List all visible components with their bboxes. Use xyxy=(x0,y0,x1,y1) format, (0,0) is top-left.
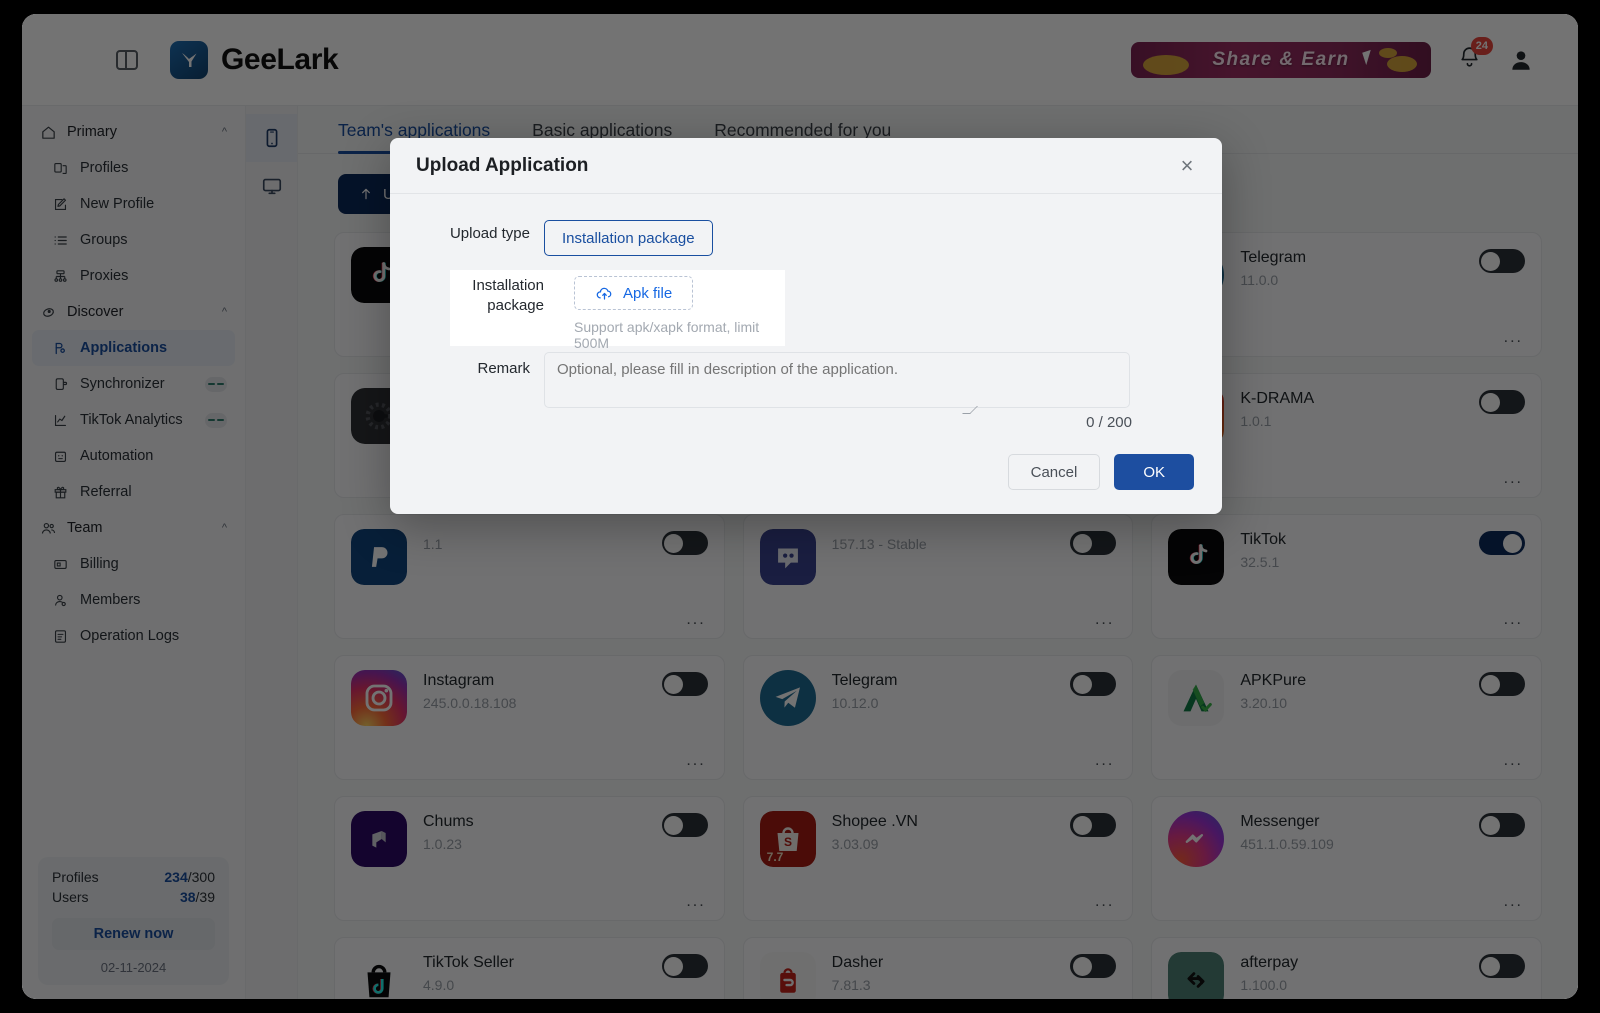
installation-package-field: Apk file Support apk/xapk format, limit … xyxy=(574,276,785,351)
cloud-upload-icon xyxy=(596,287,612,300)
installation-package-label: Installation package xyxy=(472,277,544,315)
ok-button[interactable]: OK xyxy=(1114,454,1194,490)
close-icon[interactable]: × xyxy=(1174,153,1200,179)
cancel-button[interactable]: Cancel xyxy=(1007,454,1101,490)
upload-type-label: Upload type xyxy=(449,225,530,242)
remark-character-counter: 0 / 200 xyxy=(1086,414,1132,431)
upload-type-installation-package-button[interactable]: Installation package xyxy=(544,220,713,256)
installation-package-row: Installation package Apk file Support ap… xyxy=(450,270,785,351)
apk-file-upload-button[interactable]: Apk file xyxy=(574,276,694,310)
dialog-body: Upload type Installation package Install… xyxy=(390,194,1222,431)
upload-application-dialog: Upload Application × Upload type Install… xyxy=(390,138,1222,514)
apk-file-label: Apk file xyxy=(623,284,673,302)
installation-package-hint: Support apk/xapk format, limit 500M xyxy=(574,319,760,351)
upload-type-row: Upload type Installation package xyxy=(390,220,1222,256)
dialog-actions: Cancel OK xyxy=(1007,454,1194,490)
dialog-title: Upload Application xyxy=(416,154,589,176)
remark-input[interactable] xyxy=(544,352,1130,408)
remark-row: Remark xyxy=(390,352,1222,408)
remark-label: Remark xyxy=(477,360,530,377)
app-window: GeeLark Share & Earn 24 xyxy=(22,14,1578,999)
screen: GeeLark Share & Earn 24 xyxy=(0,0,1600,1013)
dialog-header: Upload Application × xyxy=(390,138,1222,194)
